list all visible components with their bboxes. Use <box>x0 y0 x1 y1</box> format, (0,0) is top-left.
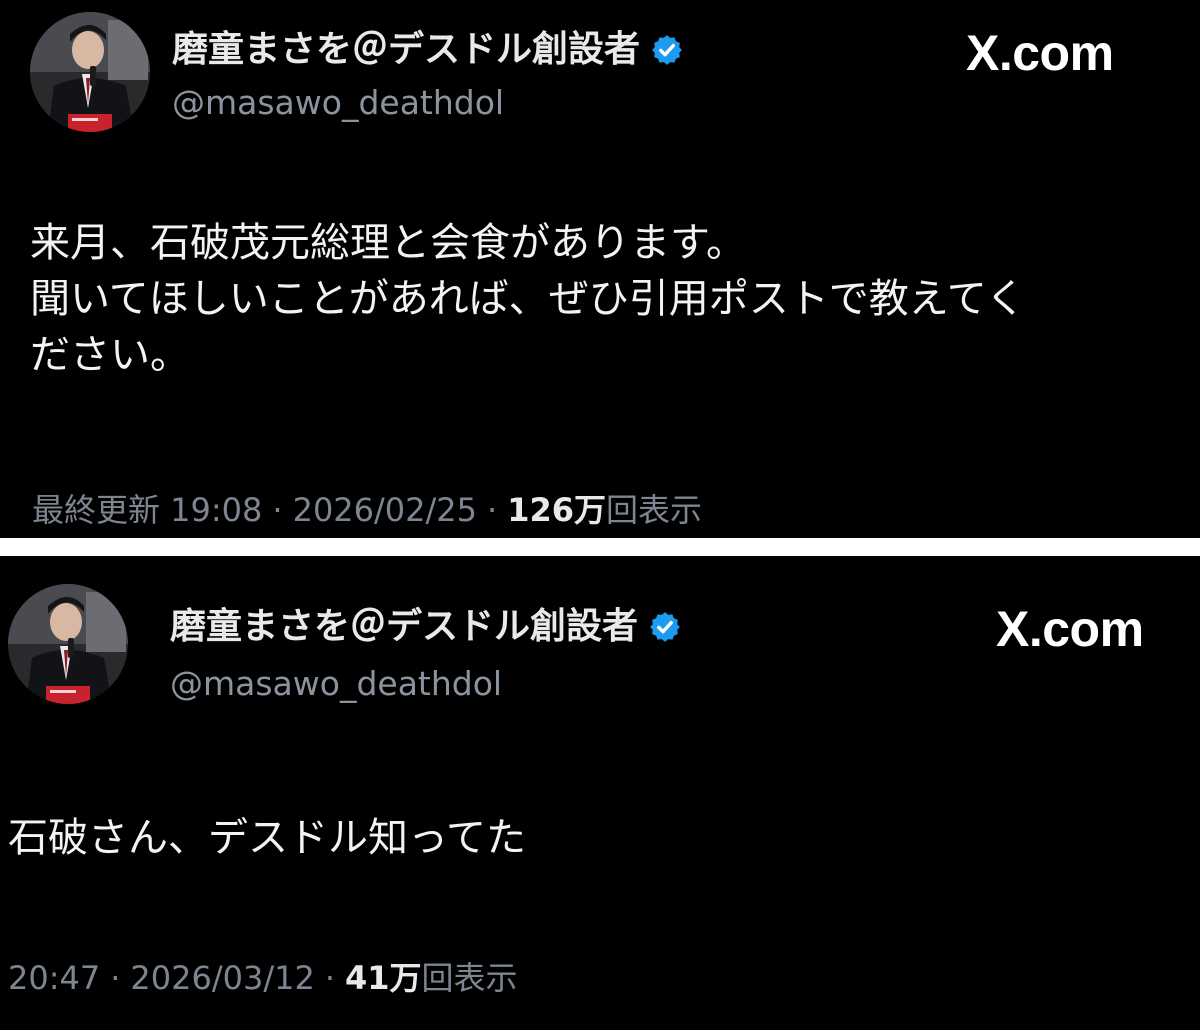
post-meta: 最終更新 19:08 · 2026/02/25 · 126万 回表示 <box>32 494 702 526</box>
display-name-text: 磨童まさを＠デスドル創設者 <box>170 606 639 647</box>
post-card-1: 磨童まさを＠デスドル創設者 @masawo_deathdol X.com 来月、… <box>0 0 1200 538</box>
view-count: 41万 <box>345 959 422 997</box>
post-meta: 20:47 · 2026/03/12 · 41万 回表示 <box>8 962 518 994</box>
view-label: 回表示 <box>606 491 703 529</box>
post-time[interactable]: 20:47 <box>8 962 100 994</box>
post-date[interactable]: 2026/03/12 <box>130 962 314 994</box>
post-card-2: 磨童まさを＠デスドル創設者 @masawo_deathdol X.com 石破さ… <box>0 556 1200 1030</box>
post-text-line: 来月、石破茂元総理と会食があります。 <box>30 220 746 266</box>
view-count: 126万 <box>507 491 606 529</box>
view-label: 回表示 <box>421 959 518 997</box>
post-time[interactable]: 最終更新 19:08 <box>32 494 262 526</box>
post-text-line: 石破さん、デスドル知ってた <box>8 815 526 861</box>
post-text-line: ださい。 <box>30 332 190 378</box>
user-handle[interactable]: @masawo_deathdol <box>172 86 504 119</box>
display-name[interactable]: 磨童まさを＠デスドル創設者 <box>170 609 682 645</box>
display-name-text: 磨童まさを＠デスドル創設者 <box>172 29 641 70</box>
meta-separator: · <box>110 959 121 997</box>
display-name[interactable]: 磨童まさを＠デスドル創設者 <box>172 32 684 68</box>
meta-separator: · <box>324 959 335 997</box>
site-watermark: X.com <box>996 601 1144 657</box>
meta-separator: · <box>272 491 283 529</box>
verified-badge-icon <box>648 610 682 644</box>
site-watermark: X.com <box>966 25 1114 81</box>
meta-separator: · <box>487 491 498 529</box>
user-handle[interactable]: @masawo_deathdol <box>170 667 502 700</box>
post-text: 石破さん、デスドル知ってた <box>8 810 526 866</box>
screenshot-divider <box>0 538 1200 556</box>
profile-photo-icon <box>8 584 128 704</box>
avatar[interactable] <box>30 12 150 132</box>
verified-badge-icon <box>650 33 684 67</box>
profile-photo-icon <box>30 12 150 132</box>
avatar[interactable] <box>8 584 128 704</box>
post-date[interactable]: 2026/02/25 <box>293 494 477 526</box>
post-text-line: 聞いてほしいことがあれば、ぜひ引用ポストで教えてく <box>30 276 1026 322</box>
post-text: 来月、石破茂元総理と会食があります。 聞いてほしいことがあれば、ぜひ引用ポストで… <box>30 215 1026 383</box>
